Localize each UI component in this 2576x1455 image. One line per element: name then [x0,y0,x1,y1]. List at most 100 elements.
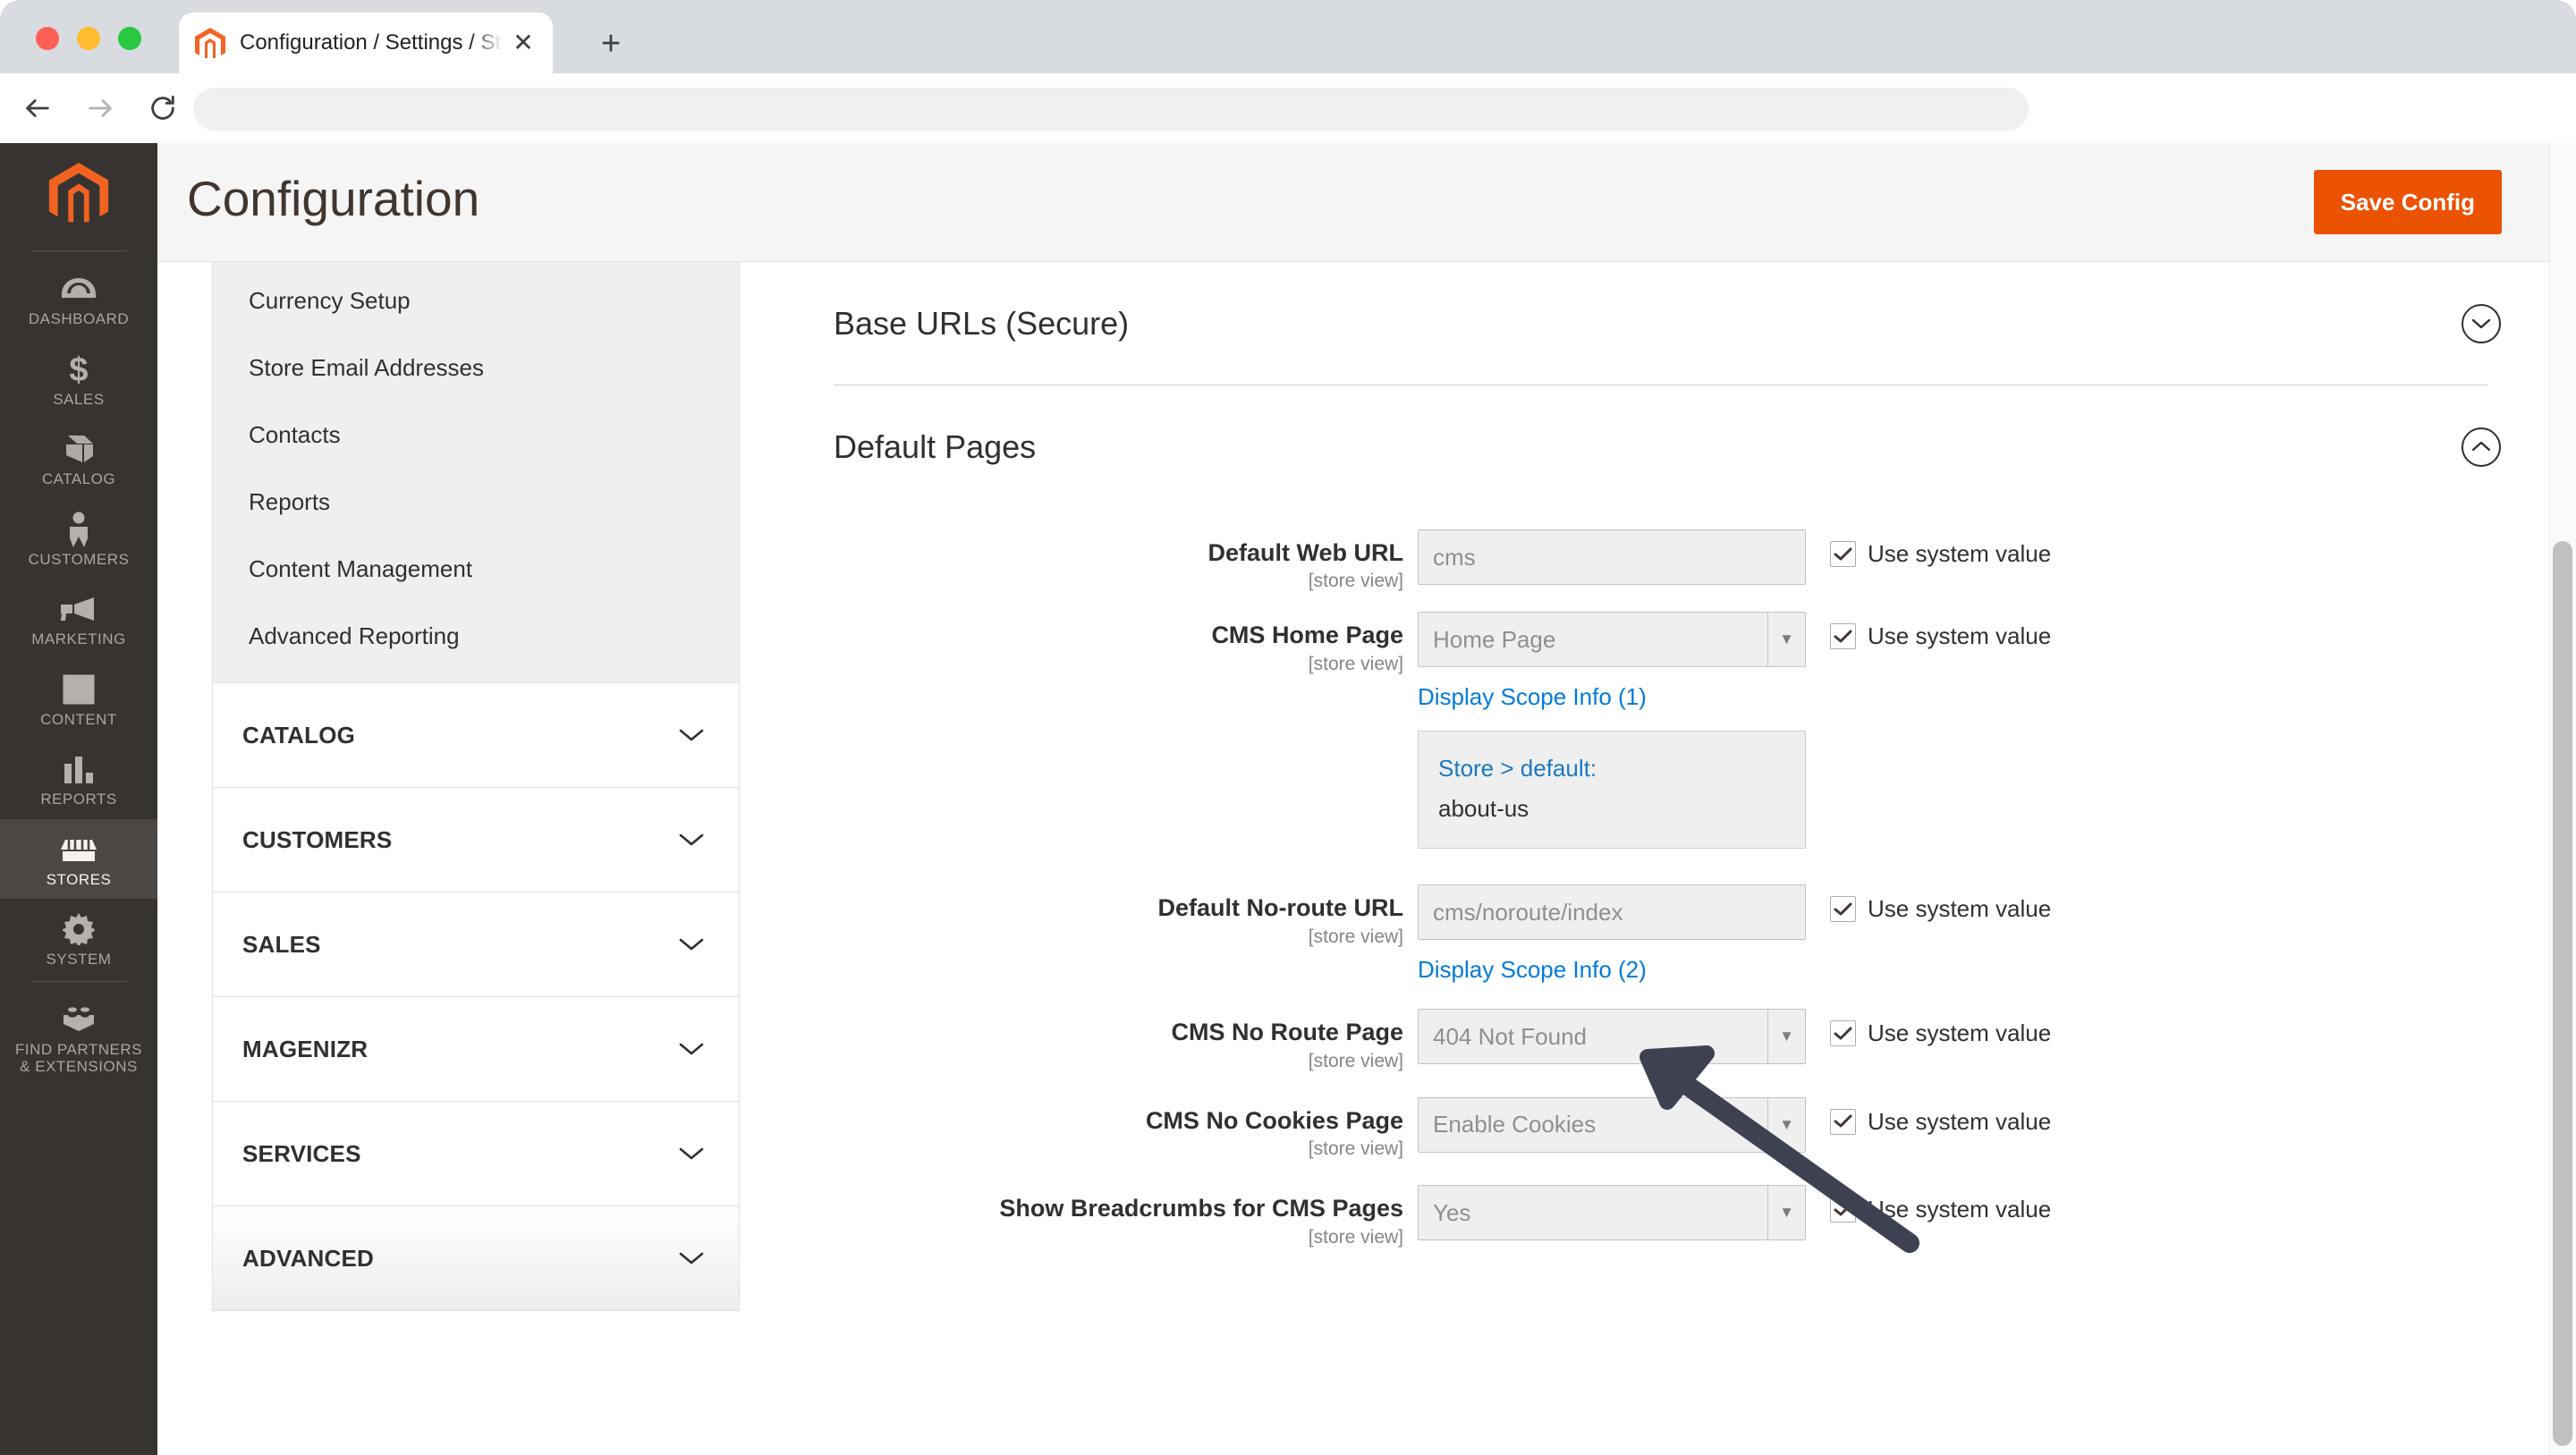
field-scope: [store view] [798,1051,1403,1072]
config-nav-item-reports[interactable]: Reports [213,469,739,536]
config-nav-item-currency-setup[interactable]: Currency Setup [213,267,739,334]
default-noroute-url-input[interactable]: cms/noroute/index [1418,884,1806,940]
scope-info-box-title: Store > default: [1438,755,1785,782]
field-label: CMS No Route Page [798,1018,1403,1046]
browser-tab-title: Configuration / Settings / Store [240,30,503,55]
browser-tab[interactable]: Configuration / Settings / Store ✕ [179,13,553,73]
sidebar-item-catalog[interactable]: CATALOG [0,419,157,499]
browser-tabstrip: Configuration / Settings / Store ✕ + [0,0,2576,73]
use-system-value-default-noroute-url[interactable]: Use system value [1830,884,2051,923]
vertical-scrollbar-thumb[interactable] [2553,541,2572,1446]
chevron-down-icon [676,929,707,960]
checkmark-icon[interactable] [1830,1109,1856,1135]
use-system-value-label: Use system value [1868,622,2051,650]
close-icon[interactable]: ✕ [508,28,538,58]
cms-no-cookies-page-select[interactable]: Enable Cookies ▼ [1418,1097,1806,1153]
close-window-button[interactable] [36,27,59,50]
field-scope: [store view] [798,1227,1403,1248]
chevron-up-circle-icon[interactable] [2462,427,2501,467]
config-section-catalog[interactable]: CATALOG [212,683,740,788]
field-control-block: cms [1418,529,1806,585]
window-traffic-lights [36,27,141,50]
checkmark-icon[interactable] [1830,1197,1856,1222]
use-system-value-cms-no-cookies-page[interactable]: Use system value [1830,1097,2051,1136]
sidebar-item-label: SYSTEM [4,951,154,969]
fieldset-body-default-pages: Default Web URL [store view] cms Use sys… [798,508,2524,1248]
dollar-sign-icon: $ [4,351,154,387]
config-section-sales[interactable]: SALES [212,892,740,997]
config-nav-item-content-management[interactable]: Content Management [213,536,739,603]
reload-icon[interactable] [138,83,188,133]
vertical-scrollbar-track[interactable] [2549,143,2576,1455]
sidebar-item-stores[interactable]: STORES [0,819,157,900]
config-nav-item-advanced-reporting[interactable]: Advanced Reporting [213,603,739,670]
field-control-block: Yes ▼ [1418,1185,1806,1240]
fieldset-header-base-urls-secure[interactable]: Base URLs (Secure) [798,262,2524,385]
chevron-down-circle-icon[interactable] [2462,304,2501,343]
default-web-url-input[interactable]: cms [1418,529,1806,585]
chevron-down-icon [676,1034,707,1064]
field-label-block: Show Breadcrumbs for CMS Pages [store vi… [798,1185,1418,1248]
fieldset-header-default-pages[interactable]: Default Pages [798,385,2524,508]
page-body: Currency Setup Store Email Addresses Con… [157,262,2576,1455]
new-tab-button[interactable]: + [590,23,631,64]
config-section-advanced[interactable]: ADVANCED [212,1206,740,1311]
config-secondary-nav: Currency Setup Store Email Addresses Con… [212,262,740,1311]
display-scope-info-2-link[interactable]: Display Scope Info (2) [1418,956,1806,984]
use-system-value-default-web-url[interactable]: Use system value [1830,529,2051,568]
sidebar-item-dashboard[interactable]: DASHBOARD [0,258,157,339]
cms-no-route-page-select[interactable]: 404 Not Found ▼ [1418,1009,1806,1064]
forward-arrow-icon[interactable] [75,83,125,133]
show-breadcrumbs-select[interactable]: Yes ▼ [1418,1185,1806,1240]
caret-down-icon: ▼ [1767,1010,1805,1063]
sidebar-item-customers[interactable]: CUSTOMERS [0,499,157,579]
scope-info-box-1: Store > default: about-us [1418,731,1806,849]
sidebar-item-find-partners[interactable]: FIND PARTNERS & EXTENSIONS [0,989,157,1087]
field-label: CMS Home Page [798,621,1403,649]
config-nav-item-contacts[interactable]: Contacts [213,402,739,469]
config-section-services[interactable]: SERVICES [212,1102,740,1206]
use-system-value-cms-home-page[interactable]: Use system value [1830,612,2051,650]
checkmark-icon[interactable] [1830,1020,1856,1046]
use-system-value-label: Use system value [1868,895,2051,923]
use-system-value-cms-no-route-page[interactable]: Use system value [1830,1009,2051,1047]
dashboard-gauge-icon [4,271,154,307]
config-section-magenizr[interactable]: MAGENIZR [212,997,740,1102]
config-section-label: CUSTOMERS [242,826,392,854]
back-arrow-icon[interactable] [13,83,63,133]
gear-icon [4,911,154,947]
maximize-window-button[interactable] [118,27,141,50]
cms-home-page-select[interactable]: Home Page ▼ [1418,612,1806,667]
svg-text:$: $ [69,351,88,387]
config-nav-item-store-email-addresses[interactable]: Store Email Addresses [213,334,739,402]
field-scope: [store view] [798,571,1403,592]
page-header: Configuration Save Config [157,143,2576,262]
sidebar-item-marketing[interactable]: MARKETING [0,579,157,659]
checkmark-icon[interactable] [1830,896,1856,922]
megaphone-icon [4,591,154,627]
sidebar-item-sales[interactable]: $ SALES [0,339,157,419]
checkmark-icon[interactable] [1830,623,1856,649]
use-system-value-show-breadcrumbs[interactable]: Use system value [1830,1185,2051,1223]
config-section-label: SERVICES [242,1140,361,1168]
use-system-value-label: Use system value [1868,540,2051,568]
display-scope-info-1-link[interactable]: Display Scope Info (1) [1418,683,1806,711]
caret-down-icon: ▼ [1767,613,1805,666]
config-section-label: SALES [242,931,321,959]
cms-no-cookies-page-select-value: Enable Cookies [1419,1098,1767,1152]
sidebar-item-reports[interactable]: REPORTS [0,739,157,819]
magento-logo-icon[interactable] [0,143,157,249]
config-section-customers[interactable]: CUSTOMERS [212,788,740,892]
sidebar-item-system[interactable]: SYSTEM [0,899,157,979]
save-config-button[interactable]: Save Config [2314,170,2502,234]
checkmark-icon[interactable] [1830,541,1856,567]
sidebar-item-label: FIND PARTNERS [4,1041,154,1059]
config-section-label: MAGENIZR [242,1036,368,1063]
field-label-block: CMS No Cookies Page [store view] [798,1097,1418,1160]
sidebar-item-content[interactable]: CONTENT [0,659,157,740]
minimize-window-button[interactable] [77,27,100,50]
sidebar-item-label: STORES [4,871,154,889]
address-bar[interactable] [193,88,2029,131]
field-control-block: Home Page ▼ Display Scope Info (1) Store… [1418,612,1806,849]
use-system-value-label: Use system value [1868,1108,2051,1136]
